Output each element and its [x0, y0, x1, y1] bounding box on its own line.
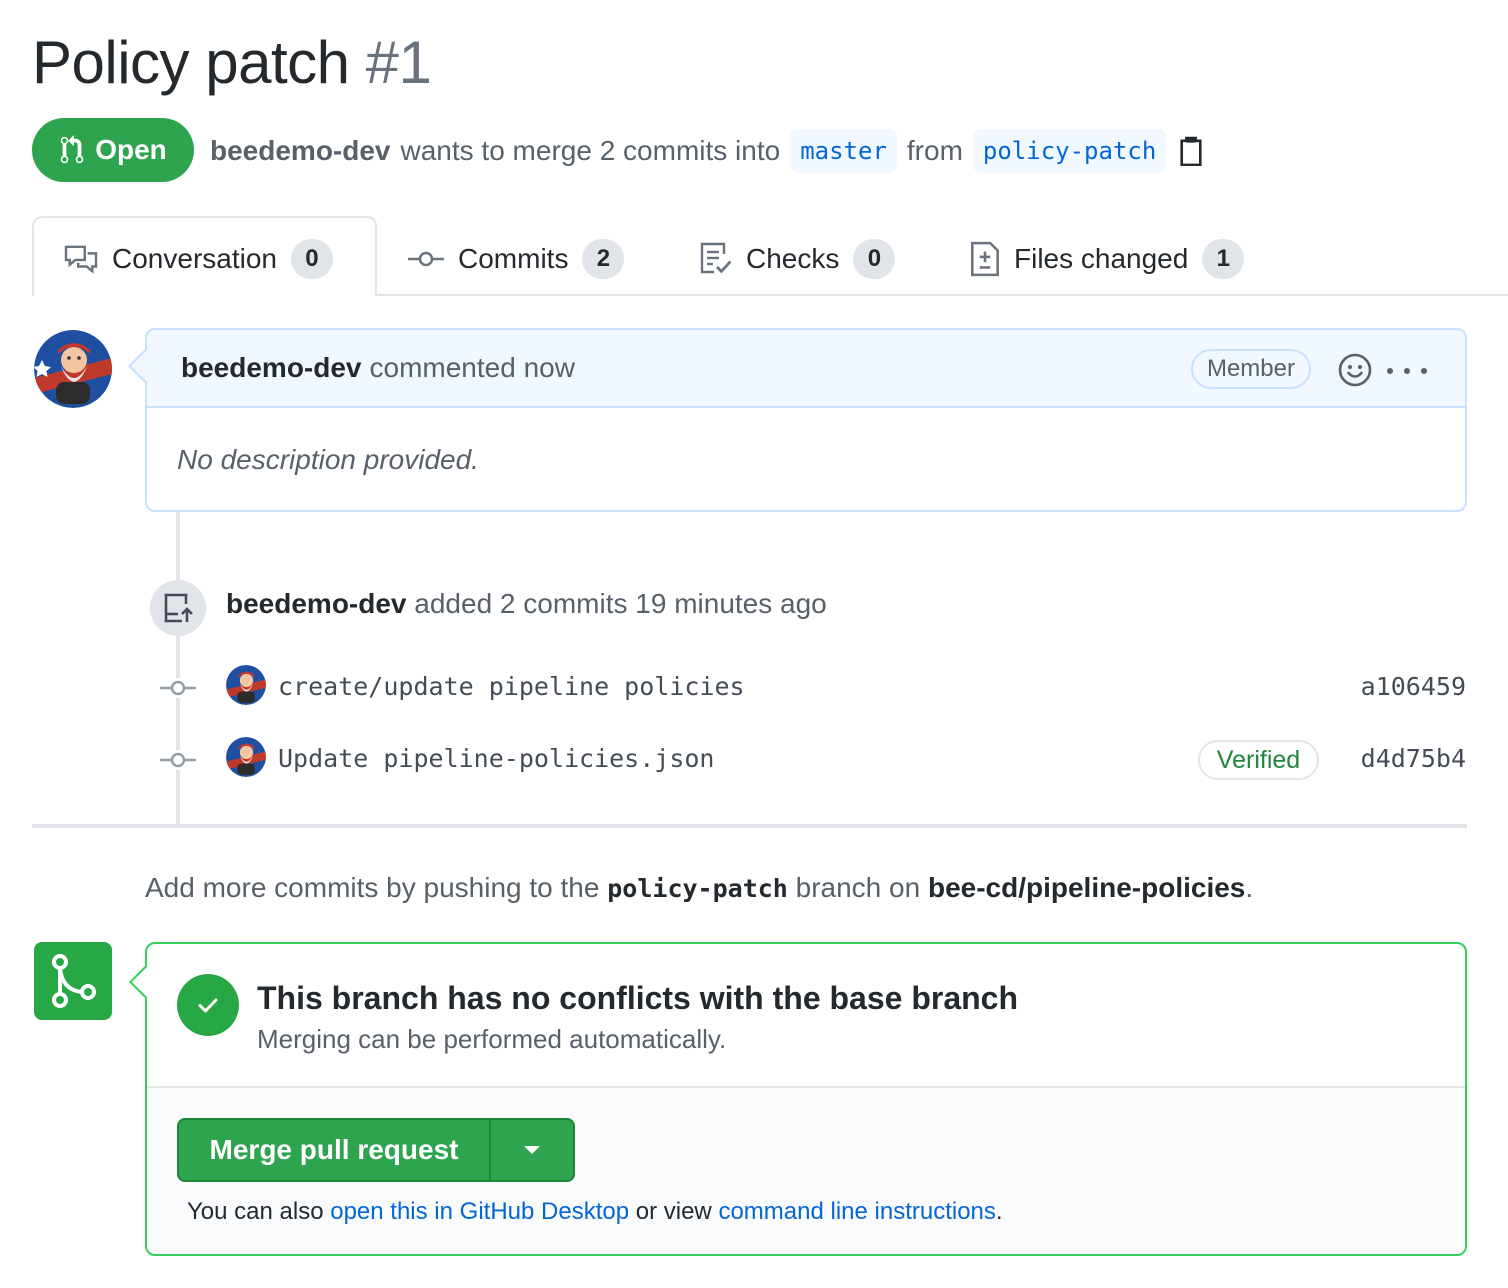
push-event-text: beedemo-dev added 2 commits 19 minutes a…	[226, 588, 827, 620]
merge-status-section: This branch has no conflicts with the ba…	[147, 944, 1465, 1088]
tab-checks-count: 0	[853, 239, 896, 279]
tab-conversation[interactable]: Conversation 0	[64, 232, 333, 286]
clipboard-copy-icon[interactable]	[1176, 134, 1206, 168]
triangle-down-icon	[524, 1146, 540, 1154]
tab-conversation-label: Conversation	[112, 243, 277, 274]
avatar[interactable]	[34, 330, 112, 408]
merge-status-subtitle: Merging can be performed automatically.	[257, 1024, 727, 1054]
git-pull-request-icon	[60, 135, 84, 164]
merge-box: This branch has no conflicts with the ba…	[145, 942, 1467, 1256]
pr-number: #1	[365, 29, 432, 96]
add-more-repo: bee-cd/pipeline-policies	[927, 872, 1246, 903]
add-more-prefix: Add more commits by pushing to the	[145, 872, 600, 903]
pr-title: Policy patch #1	[32, 28, 432, 97]
tab-files-changed-label: Files changed	[1014, 243, 1189, 274]
comment-box: beedemo-dev commented now Member No desc…	[145, 328, 1467, 512]
add-more-middle: branch on	[795, 872, 921, 903]
comment-author[interactable]: beedemo-dev	[181, 352, 362, 384]
member-badge: Member	[1190, 349, 1311, 389]
git-commit-icon	[160, 678, 196, 698]
push-description: added 2 commits 19 minutes ago	[414, 588, 827, 619]
tab-files-changed-count: 1	[1202, 239, 1245, 279]
head-branch[interactable]: policy-patch	[972, 129, 1167, 173]
verified-badge[interactable]: Verified	[1198, 740, 1319, 780]
comment-header: beedemo-dev commented now Member	[147, 330, 1465, 408]
comment-discussion-icon	[64, 245, 98, 274]
merge-status-title: This branch has no conflicts with the ba…	[257, 980, 1019, 1016]
tab-conversation-count: 0	[290, 239, 333, 279]
checklist-icon	[700, 242, 732, 274]
push-author[interactable]: beedemo-dev	[226, 588, 407, 619]
comment-meta[interactable]: commented now	[370, 352, 575, 384]
tab-commits-label: Commits	[458, 243, 569, 274]
command-line-instructions-link[interactable]: command line instructions	[718, 1198, 995, 1225]
commit-sha-link[interactable]: d4d75b4	[1361, 744, 1466, 773]
pr-state-badge: Open	[32, 118, 194, 182]
commit-message-link[interactable]: Update pipeline-policies.json	[278, 744, 715, 773]
file-diff-icon	[971, 241, 999, 277]
pr-title-text: Policy patch	[32, 29, 350, 96]
git-commit-icon	[160, 750, 196, 770]
merge-pull-request-button[interactable]: Merge pull request	[179, 1120, 491, 1180]
tab-checks[interactable]: Checks 0	[700, 232, 896, 286]
add-more-branch: policy-patch	[607, 874, 788, 903]
add-more-commits-hint: Add more commits by pushing to the polic…	[145, 872, 1253, 904]
commit-author-avatar[interactable]	[226, 737, 266, 777]
commit-sha-link[interactable]: a106459	[1361, 672, 1466, 701]
comment-body: No description provided.	[177, 444, 479, 475]
add-more-suffix: .	[1245, 872, 1254, 903]
pr-merge-summary: beedemo-dev wants to merge 2 commits int…	[210, 128, 1206, 174]
timeline-line	[176, 512, 180, 826]
pr-state-label: Open	[95, 134, 167, 165]
merge-options-dropdown[interactable]	[491, 1120, 573, 1180]
smiley-icon[interactable]	[1337, 352, 1373, 388]
tab-commits[interactable]: Commits 2	[408, 232, 625, 286]
commit-author-avatar[interactable]	[226, 665, 266, 705]
kebab-horizontal-icon[interactable]	[1387, 356, 1427, 386]
merge-hint: You can also open this in GitHub Desktop…	[187, 1198, 1003, 1226]
base-branch[interactable]: master	[790, 129, 897, 173]
pr-from-text: from	[906, 135, 963, 166]
pr-author-link[interactable]: beedemo-dev	[210, 135, 391, 167]
merge-hint-suffix: .	[995, 1198, 1003, 1225]
timeline-end-divider	[32, 824, 1467, 828]
pr-merge-text: wants to merge 2 commits into	[400, 135, 781, 166]
tab-checks-label: Checks	[746, 243, 840, 274]
merge-action-section: Merge pull request You can also open thi…	[147, 1088, 1465, 1254]
repo-push-icon	[150, 580, 206, 636]
merge-button-group: Merge pull request	[177, 1118, 575, 1182]
tab-files-changed[interactable]: Files changed 1	[970, 232, 1245, 286]
git-merge-icon	[34, 942, 112, 1020]
tab-commits-count: 2	[582, 239, 625, 279]
open-in-desktop-link[interactable]: open this in GitHub Desktop	[330, 1198, 629, 1225]
git-commit-icon	[408, 251, 444, 267]
merge-hint-prefix: You can also	[187, 1198, 324, 1225]
merge-hint-middle: or view	[635, 1198, 712, 1225]
commit-message-link[interactable]: create/update pipeline policies	[278, 672, 745, 701]
check-icon	[177, 974, 239, 1036]
